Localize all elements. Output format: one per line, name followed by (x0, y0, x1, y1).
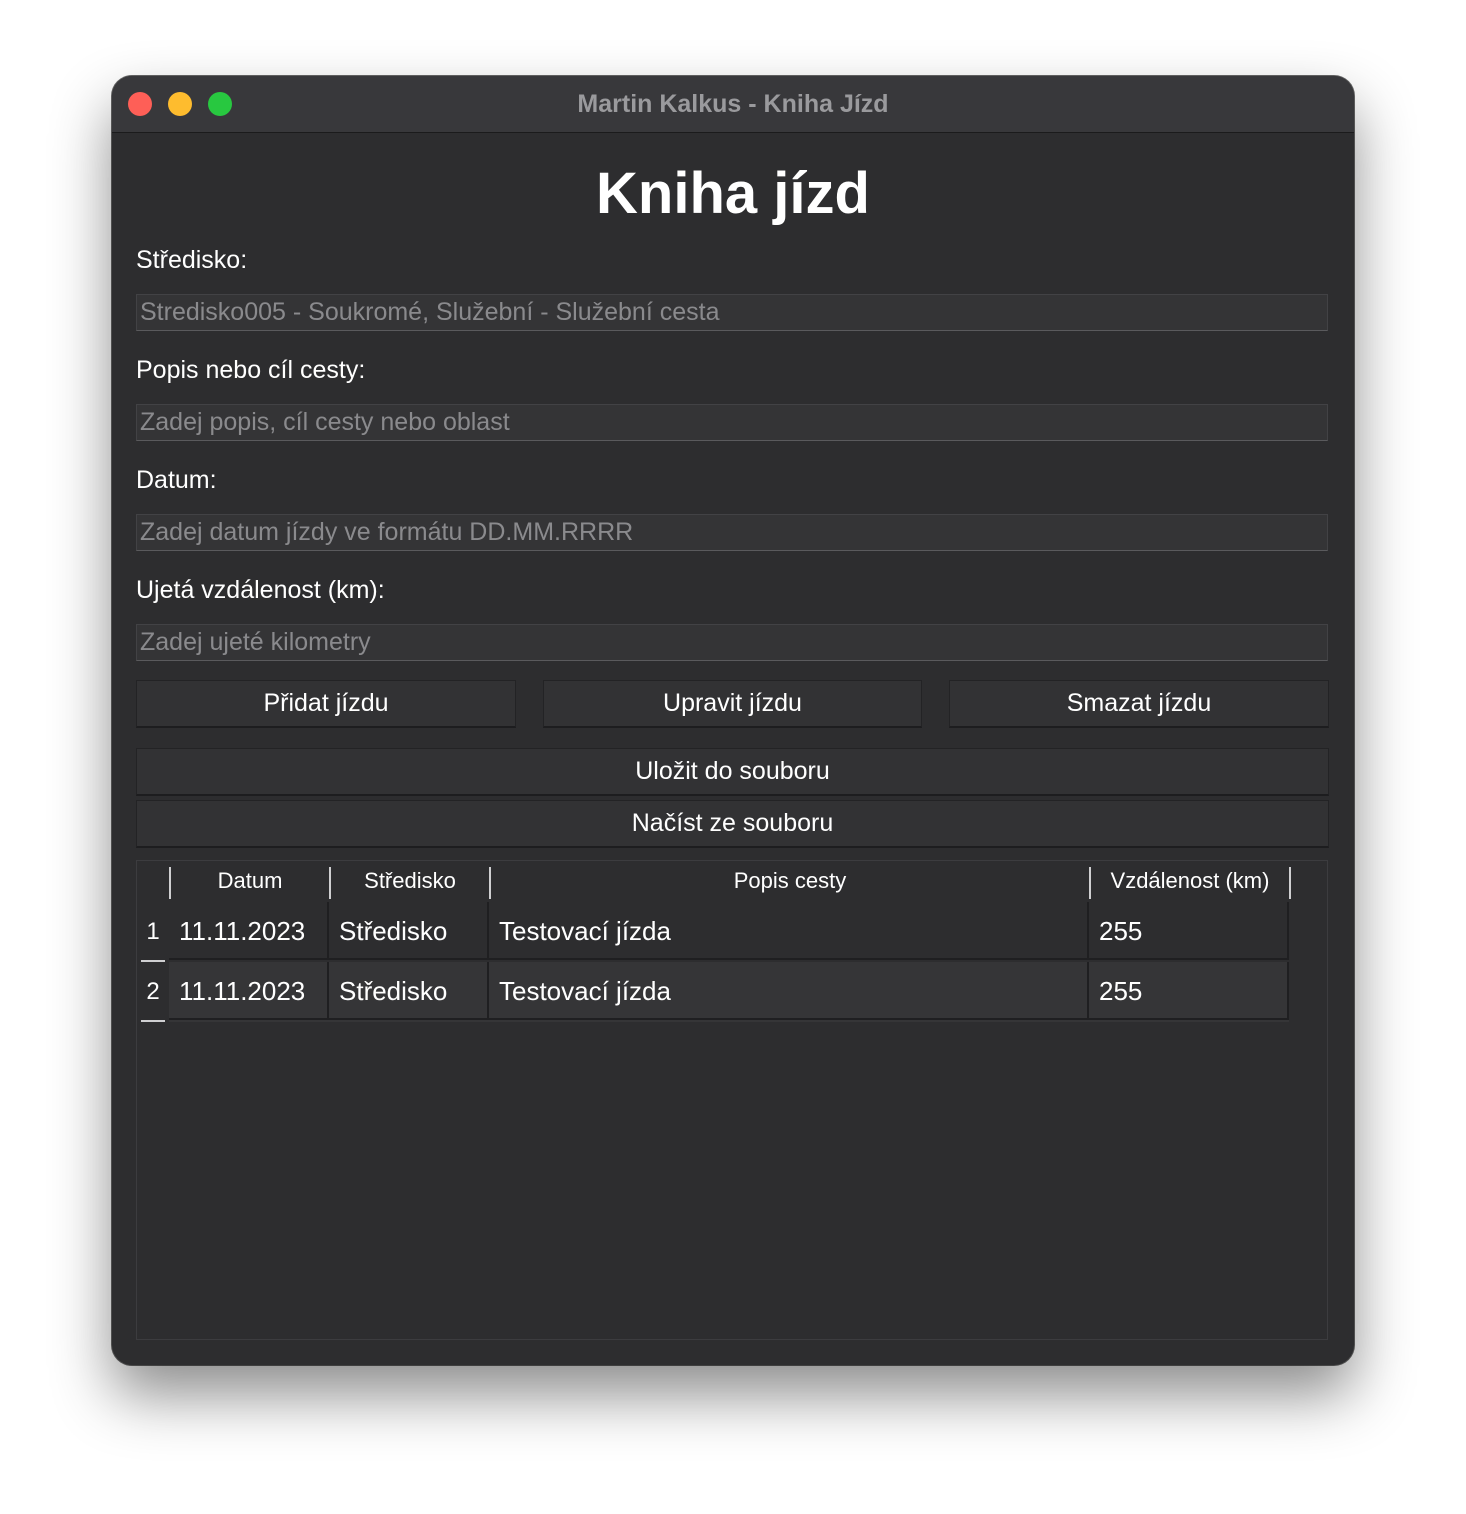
load-from-file-button[interactable]: Načíst ze souboru (136, 800, 1329, 848)
datum-input[interactable] (136, 514, 1328, 551)
cell-popis[interactable]: Testovací jízda (489, 962, 1089, 1020)
rides-table[interactable]: Datum Středisko Popis cesty Vzdálenost (… (136, 860, 1328, 1340)
cell-vzdalenost[interactable]: 255 (1089, 962, 1289, 1020)
stredisko-label: Středisko: (136, 246, 248, 274)
page-title: Kniha jízd (596, 161, 870, 226)
cell-popis[interactable]: Testovací jízda (489, 902, 1089, 960)
add-ride-button[interactable]: Přidat jízdu (136, 680, 516, 728)
popis-label: Popis nebo cíl cesty: (136, 356, 366, 384)
app-window: Martin Kalkus - Kniha Jízd Kniha jízd St… (112, 76, 1354, 1365)
delete-ride-button[interactable]: Smazat jízdu (949, 680, 1329, 728)
save-to-file-button[interactable]: Uložit do souboru (136, 748, 1329, 796)
stredisko-input[interactable] (136, 294, 1328, 331)
column-header-vzdalenost[interactable]: Vzdálenost (km) (1091, 861, 1289, 901)
cell-stredisko[interactable]: Středisko (329, 902, 489, 960)
table-row[interactable]: 11.11.2023 Středisko Testovací jízda 255 (169, 962, 1289, 1022)
window-title: Martin Kalkus - Kniha Jízd (577, 90, 889, 118)
column-header-stredisko[interactable]: Středisko (331, 861, 489, 901)
vzdalenost-input[interactable] (136, 624, 1328, 661)
vzdalenost-label: Ujetá vzdálenost (km): (136, 576, 385, 604)
row-header[interactable]: 2 (137, 962, 169, 1022)
cell-vzdalenost[interactable]: 255 (1089, 902, 1289, 960)
cell-datum[interactable]: 11.11.2023 (169, 902, 329, 960)
popis-input[interactable] (136, 404, 1328, 441)
column-header-datum[interactable]: Datum (171, 861, 329, 901)
row-header[interactable]: 1 (137, 902, 169, 962)
title-bar[interactable]: Martin Kalkus - Kniha Jízd (112, 76, 1354, 133)
column-header-popis[interactable]: Popis cesty (491, 861, 1089, 901)
cell-stredisko[interactable]: Středisko (329, 962, 489, 1020)
edit-ride-button[interactable]: Upravit jízdu (543, 680, 922, 728)
header-separator (1289, 867, 1291, 899)
row-header-separator (141, 1020, 165, 1022)
cell-datum[interactable]: 11.11.2023 (169, 962, 329, 1020)
table-row[interactable]: 11.11.2023 Středisko Testovací jízda 255 (169, 902, 1289, 962)
datum-label: Datum: (136, 466, 217, 494)
